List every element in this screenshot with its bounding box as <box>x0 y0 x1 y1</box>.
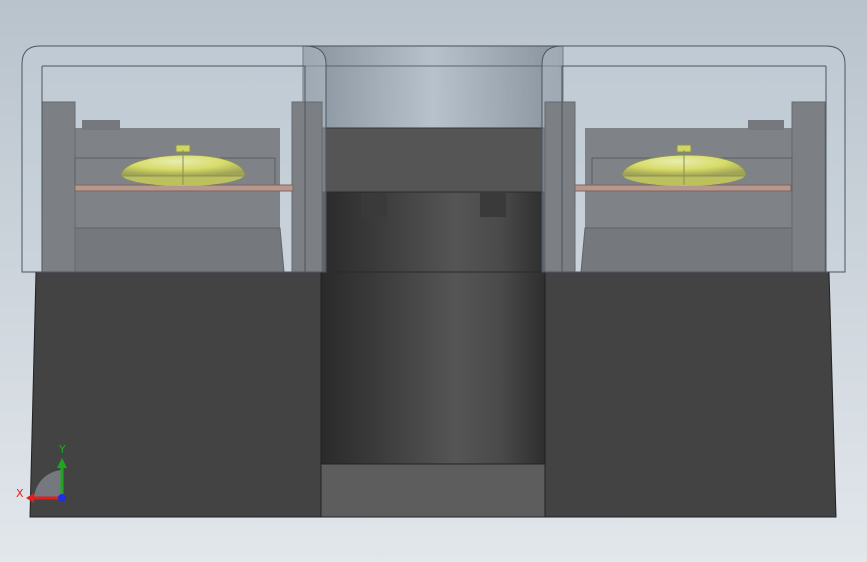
left-base-block[interactable] <box>29 271 322 518</box>
center-collar[interactable] <box>320 127 546 193</box>
base-housing[interactable] <box>29 271 837 518</box>
right-base-block[interactable] <box>544 271 837 518</box>
z-axis-dot-icon <box>58 494 66 502</box>
center-column[interactable] <box>302 45 564 273</box>
right-terminal-cover[interactable] <box>541 45 846 273</box>
cad-viewport[interactable]: Y X <box>0 0 867 562</box>
model-scene[interactable] <box>0 0 867 562</box>
center-cap[interactable] <box>302 45 564 129</box>
right-terminal[interactable] <box>541 45 846 273</box>
x-axis-label: X <box>16 487 24 500</box>
center-cylinder-upper[interactable] <box>320 191 546 273</box>
left-terminal-cover[interactable] <box>21 45 327 273</box>
center-cylinder-body[interactable] <box>320 271 546 465</box>
center-cylinder-foot[interactable] <box>320 463 546 518</box>
left-terminal[interactable] <box>21 45 327 273</box>
y-axis-label: Y <box>59 443 66 456</box>
center-slot-left <box>361 193 387 217</box>
center-slot-right <box>480 193 506 217</box>
